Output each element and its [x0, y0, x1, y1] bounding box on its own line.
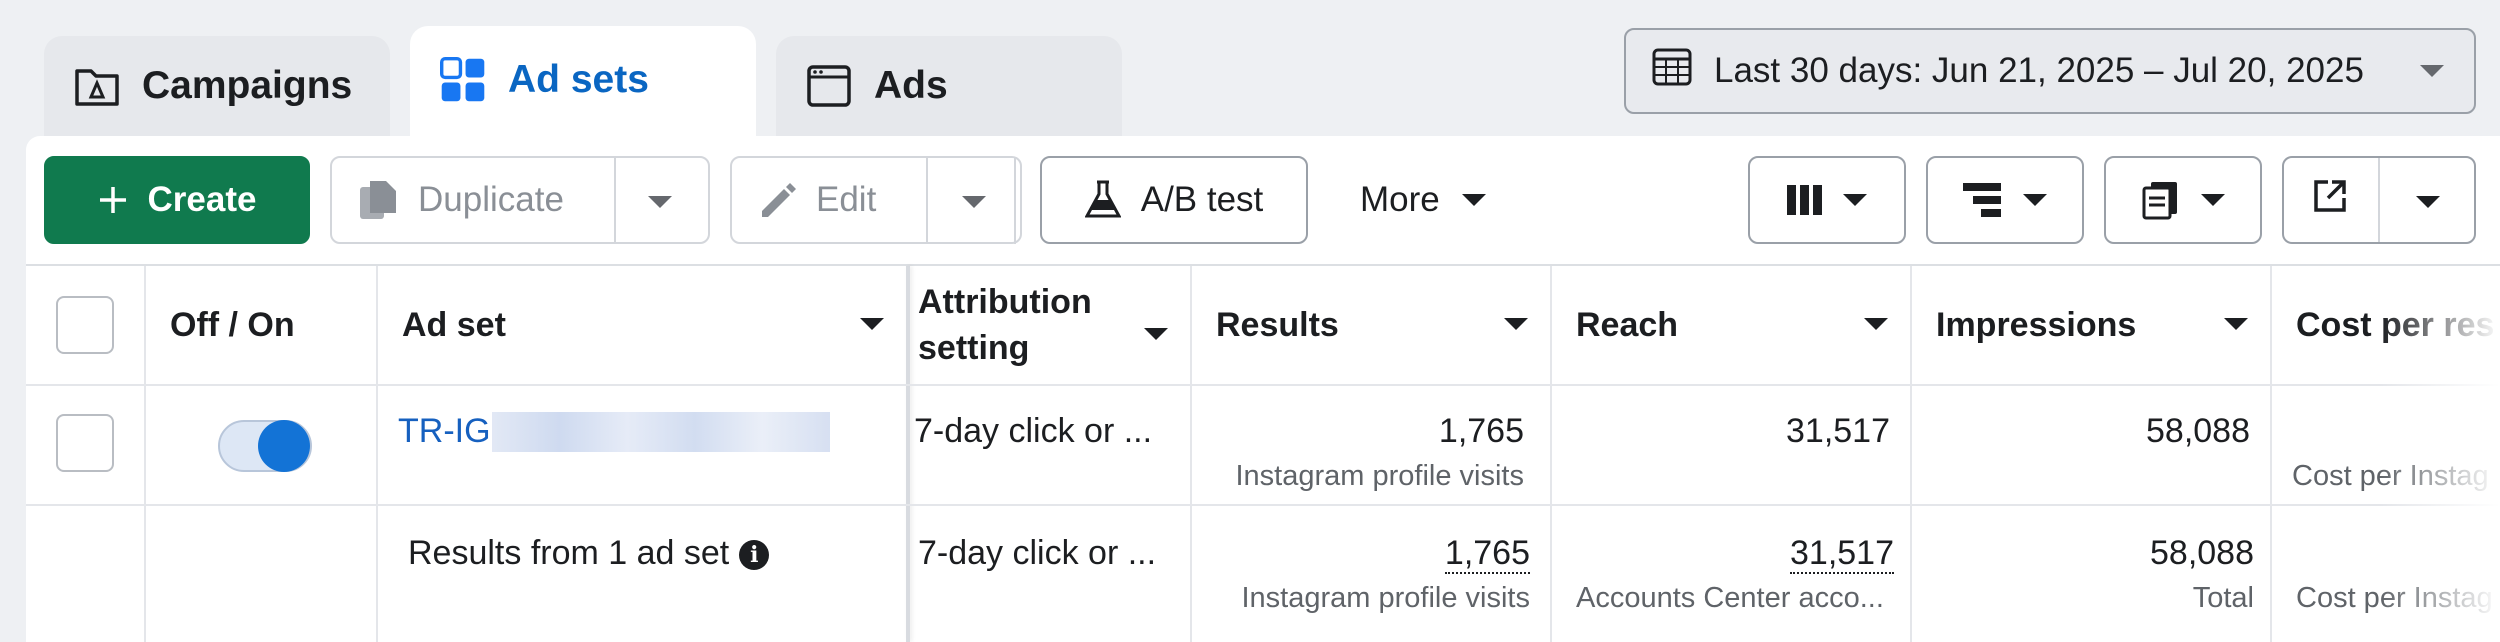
tab-label: Ad sets — [508, 58, 649, 101]
reach-value: 31,517 — [1786, 412, 1890, 450]
duplicate-icon — [358, 179, 398, 221]
summary-cost-subtext: Cost per Instag — [2296, 582, 2493, 614]
chevron-down-icon — [2201, 194, 2225, 206]
edit-button[interactable]: Edit — [730, 156, 1022, 244]
column-header-label: Attribution — [918, 283, 1092, 321]
column-header-label: Ad set — [402, 305, 506, 344]
sort-icon — [1504, 318, 1528, 330]
toolbar: Create Duplicate Edit A/B test More — [26, 136, 2500, 264]
sort-icon — [860, 318, 884, 330]
breakdown-icon — [1963, 183, 2003, 217]
row-checkbox[interactable] — [56, 414, 114, 472]
column-header-results[interactable]: Results — [1216, 266, 1550, 384]
tab-campaigns[interactable]: Campaigns — [44, 36, 390, 136]
column-header-cost[interactable]: Cost per res — [2296, 266, 2500, 384]
results-value: 1,765 — [1438, 412, 1524, 450]
grid-icon — [440, 57, 486, 103]
summary-attribution: 7-day click or ... — [918, 534, 1157, 572]
summary-reach-subtext: Accounts Center acco... — [1576, 582, 1884, 614]
ad-sets-table: Off / On Ad set Attribution setting Resu… — [26, 264, 2500, 642]
more-button[interactable]: More — [1360, 156, 1486, 244]
edit-label: Edit — [816, 180, 877, 219]
columns-button[interactable] — [1748, 156, 1906, 244]
tab-label: Ads — [874, 64, 948, 107]
date-range-picker[interactable]: Last 30 days: Jun 21, 2025 – Jul 20, 202… — [1624, 28, 2476, 114]
redacted-text — [492, 412, 830, 452]
results-subtext: Instagram profile visits — [1235, 460, 1525, 492]
calendar-icon — [1652, 47, 1692, 96]
summary-results-value: 1,765 — [1444, 534, 1530, 574]
sort-icon — [1864, 318, 1888, 330]
browser-window-icon — [806, 63, 852, 109]
chevron-down-icon[interactable] — [2416, 196, 2440, 208]
select-all-checkbox[interactable] — [56, 296, 114, 354]
ad-set-name-link[interactable]: TR-IG — [398, 412, 491, 451]
tab-ads[interactable]: Ads — [776, 36, 1122, 136]
flask-icon — [1084, 180, 1121, 220]
chevron-down-icon — [2420, 65, 2444, 77]
ad-set-toggle[interactable] — [218, 420, 312, 472]
reports-button[interactable] — [2104, 156, 2262, 244]
attribution-value: 7-day click or ... — [914, 412, 1153, 450]
summary-impressions: 58,088 — [2150, 534, 2254, 572]
info-icon[interactable]: i — [739, 540, 770, 571]
summary-reach[interactable]: 31,517 — [1576, 534, 1894, 574]
ab-test-label: A/B test — [1140, 180, 1264, 219]
summary-impressions-subtext: Total — [2192, 582, 2254, 614]
export-button[interactable] — [2282, 156, 2476, 244]
tab-label: Campaigns — [142, 64, 353, 107]
chevron-down-icon — [1843, 194, 1867, 206]
columns-icon — [1787, 185, 1823, 215]
chevron-down-icon[interactable] — [648, 196, 672, 208]
pencil-icon — [758, 181, 796, 219]
date-range-label: Last 30 days: Jun 21, 2025 – Jul 20, 202… — [1714, 51, 2364, 90]
create-label: Create — [147, 180, 257, 219]
summary-label-text: Results from 1 ad set — [408, 534, 730, 572]
chevron-down-icon — [2023, 194, 2047, 206]
toolbar-divider — [1014, 158, 1016, 244]
sort-icon — [1144, 328, 1168, 340]
impressions-value: 58,088 — [2146, 412, 2250, 450]
column-header-reach[interactable]: Reach — [1576, 266, 1910, 384]
column-header-adset[interactable]: Ad set — [402, 266, 906, 384]
column-header-attribution[interactable]: Attribution setting — [918, 266, 1190, 384]
column-header-label: Cost per res — [2296, 305, 2495, 344]
reports-icon — [2141, 180, 2181, 220]
external-link-icon — [2312, 178, 2348, 223]
tab-ad-sets[interactable]: Ad sets — [410, 26, 756, 146]
more-label: More — [1360, 180, 1440, 219]
column-header-label: Reach — [1576, 305, 1679, 344]
chevron-down-icon[interactable] — [962, 196, 986, 208]
column-header-label: Results — [1216, 305, 1339, 344]
column-header-label: setting — [918, 329, 1030, 367]
breakdown-button[interactable] — [1926, 156, 2084, 244]
cost-subtext: Cost per Instag — [2292, 460, 2489, 492]
duplicate-label: Duplicate — [418, 180, 564, 219]
summary-label: Results from 1 ad set i — [408, 534, 770, 573]
column-header-label: Impressions — [1936, 305, 2137, 344]
sort-icon — [2224, 318, 2248, 330]
summary-results[interactable]: 1,765 — [1216, 534, 1530, 574]
column-header-label: Off / On — [170, 305, 295, 344]
create-button[interactable]: Create — [44, 156, 310, 244]
flag-folder-icon — [74, 63, 120, 109]
ab-test-button[interactable]: A/B test — [1040, 156, 1308, 244]
ad-sets-panel: Create Duplicate Edit A/B test More Off … — [26, 136, 2500, 642]
summary-results-subtext: Instagram profile visits — [1241, 582, 1531, 614]
column-header-onoff[interactable]: Off / On — [170, 266, 370, 384]
duplicate-button[interactable]: Duplicate — [330, 156, 710, 244]
toggle-knob — [258, 420, 310, 472]
column-header-impressions[interactable]: Impressions — [1936, 266, 2270, 384]
plus-icon — [98, 185, 128, 215]
chevron-down-icon — [1461, 194, 1486, 206]
summary-reach-value: 31,517 — [1790, 534, 1894, 574]
